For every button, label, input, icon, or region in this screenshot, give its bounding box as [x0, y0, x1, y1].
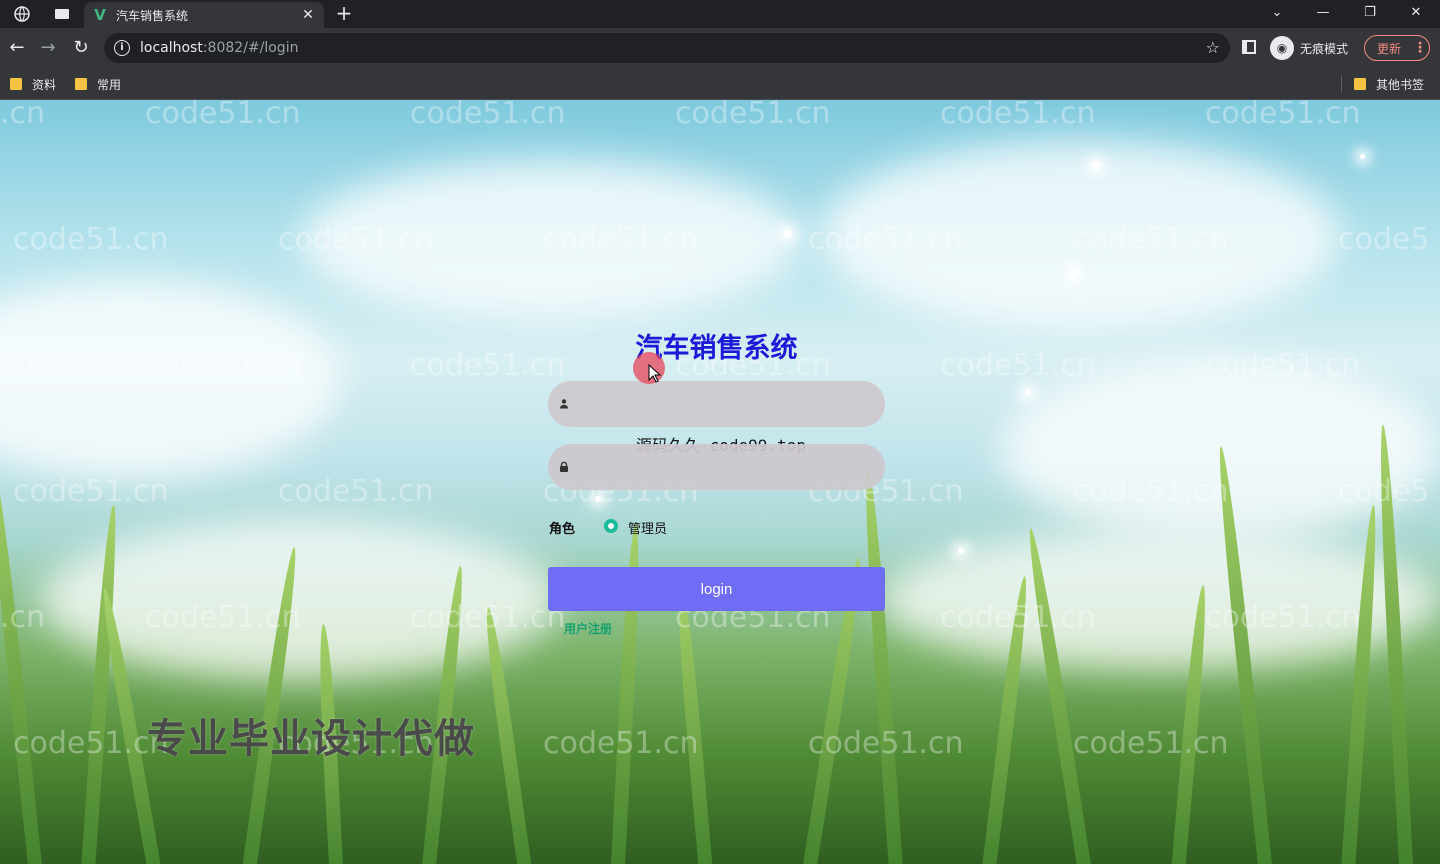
- watermark-text: code51.cn: [940, 348, 1096, 383]
- tab-search-icon[interactable]: ⌄: [1262, 2, 1292, 24]
- other-bookmarks-label: 其他书签: [1376, 77, 1425, 92]
- username-field[interactable]: [548, 381, 885, 427]
- browser-tab[interactable]: V 汽车销售系统 ✕: [84, 2, 324, 28]
- watermark-text: code51.cn: [145, 600, 301, 635]
- watermark-text: .cn: [0, 348, 46, 383]
- forward-button[interactable]: →: [36, 36, 60, 60]
- watermark-text: code51.cn: [1073, 222, 1229, 257]
- folder-icon: [75, 78, 87, 90]
- login-page: .cn code51.cn code51.cn code51.cn code51…: [0, 100, 1440, 864]
- address-bar[interactable]: i localhost:8082/#/login ☆: [104, 33, 1230, 63]
- sparkle: [958, 548, 964, 554]
- bookmark-label: 常用: [97, 77, 122, 92]
- promo-watermark: 专业毕业设计代做: [147, 716, 475, 762]
- watermark-text: code51.cn: [1205, 348, 1361, 383]
- role-label: 角色: [549, 522, 576, 537]
- watermark-text: code51.cn: [940, 100, 1096, 131]
- role-radio-admin[interactable]: [604, 519, 618, 533]
- browser-toolbar: ← → ↻ i localhost:8082/#/login ☆ ◉ 无痕模式 …: [0, 28, 1440, 68]
- side-panel-icon[interactable]: [1242, 40, 1256, 54]
- watermark-text: code51.cn: [13, 726, 169, 761]
- watermark-text: code51.cn: [145, 348, 301, 383]
- bookmarks-bar: 资料 常用 其他书签: [0, 68, 1440, 100]
- bookmark-label: 资料: [32, 77, 57, 92]
- close-window-button[interactable]: ✕: [1401, 2, 1431, 24]
- incognito-icon: ◉: [1270, 36, 1294, 60]
- tab-overview-icon[interactable]: [50, 4, 74, 24]
- restore-button[interactable]: ❐: [1355, 2, 1385, 24]
- other-bookmarks-folder[interactable]: 其他书签: [1354, 74, 1424, 94]
- tab-strip: V 汽车销售系统 ✕ + ⌄ — ❐ ✕: [0, 0, 1440, 28]
- incognito-indicator[interactable]: ◉ 无痕模式: [1270, 36, 1348, 60]
- folder-icon: [1354, 78, 1366, 90]
- watermark-text: code51.cn: [1205, 600, 1361, 635]
- wheat-stalk: [0, 455, 44, 864]
- username-input[interactable]: [580, 381, 885, 427]
- bookmark-divider: [1341, 76, 1342, 92]
- new-tab-button[interactable]: +: [334, 3, 354, 24]
- watermark-text: code51.cn: [278, 222, 434, 257]
- watermark-text: code51.cn: [13, 222, 169, 257]
- wheat-stalk: [860, 464, 904, 864]
- minimize-button[interactable]: —: [1308, 2, 1338, 24]
- watermark-text: code51.cn: [278, 474, 434, 509]
- vue-logo-icon: V: [94, 6, 106, 24]
- watermark-text: .cn: [0, 600, 46, 635]
- mouse-cursor-icon: [648, 364, 662, 383]
- url-path: :8082/#/login: [202, 40, 299, 56]
- sparkle: [1092, 162, 1100, 170]
- back-button[interactable]: ←: [5, 36, 29, 60]
- globe-icon[interactable]: [10, 4, 34, 24]
- folder-icon: [10, 78, 22, 90]
- sparkle: [1070, 270, 1078, 278]
- menu-dots-icon: ⋮: [1413, 40, 1428, 56]
- watermark-text: code51.cn: [808, 222, 964, 257]
- password-field[interactable]: [548, 444, 885, 490]
- watermark-text: code5: [1338, 222, 1430, 257]
- bookmark-folder[interactable]: 常用: [75, 74, 121, 94]
- watermark-text: code51.cn: [410, 100, 566, 131]
- watermark-text: code51.cn: [940, 600, 1096, 635]
- password-input[interactable]: [580, 444, 885, 490]
- url-host: localhost: [140, 40, 203, 56]
- watermark-text: code51.cn: [410, 348, 566, 383]
- watermark-text: code51.cn: [13, 474, 169, 509]
- sparkle: [1360, 154, 1365, 159]
- close-tab-icon[interactable]: ✕: [300, 7, 316, 23]
- watermark-text: code51.cn: [543, 222, 699, 257]
- watermark-text: code51.cn: [1073, 726, 1229, 761]
- reload-button[interactable]: ↻: [69, 36, 93, 60]
- watermark-text: code51.cn: [675, 100, 831, 131]
- watermark-text: code51.cn: [1073, 474, 1229, 509]
- update-label: 更新: [1377, 41, 1402, 56]
- user-icon: [560, 399, 568, 409]
- lock-icon: [560, 461, 568, 472]
- login-button[interactable]: login: [548, 567, 885, 611]
- sparkle: [1025, 390, 1031, 396]
- sparkle: [783, 230, 791, 238]
- register-link[interactable]: 用户注册: [564, 620, 612, 637]
- update-button[interactable]: 更新 ⋮: [1364, 35, 1430, 61]
- radio-checked-dot: [608, 523, 614, 529]
- bookmark-star-icon[interactable]: ☆: [1206, 38, 1220, 57]
- watermark-text: code51.cn: [808, 726, 964, 761]
- watermark-text: code51.cn: [1205, 100, 1361, 131]
- role-option-label[interactable]: 管理员: [628, 518, 667, 537]
- watermark-text: code51.cn: [145, 100, 301, 131]
- watermark-text: code5: [1338, 474, 1430, 509]
- bookmark-folder[interactable]: 资料: [10, 74, 56, 94]
- site-info-icon[interactable]: i: [114, 40, 130, 56]
- tab-title: 汽车销售系统: [116, 8, 189, 23]
- login-title: 汽车销售系统: [635, 333, 798, 364]
- watermark-text: code51.cn: [410, 600, 566, 635]
- watermark-text: code51.cn: [543, 726, 699, 761]
- incognito-label: 无痕模式: [1300, 41, 1349, 56]
- watermark-text: .cn: [0, 100, 46, 131]
